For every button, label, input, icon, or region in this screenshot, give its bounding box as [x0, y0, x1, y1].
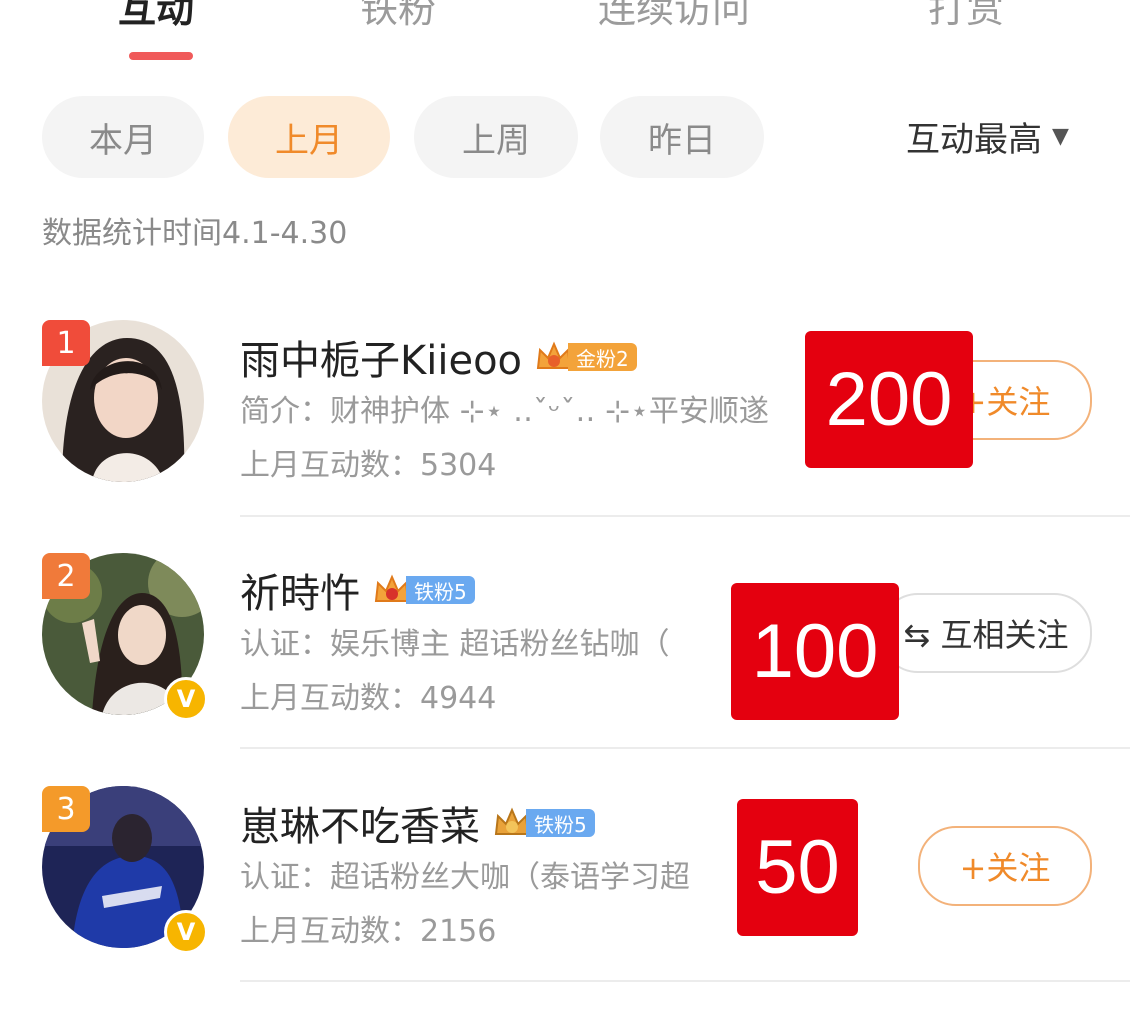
user-name[interactable]: 雨中栀子Kiieoo	[240, 328, 522, 386]
value-overlay: 200	[805, 331, 973, 468]
fan-badge-label: 铁粉5	[406, 576, 475, 604]
rank-badge: 2	[42, 553, 90, 599]
fan-badge-label: 金粉2	[568, 343, 637, 371]
interaction-count: 上月互动数：2156	[240, 914, 497, 949]
tab-iron-fans[interactable]: 铁粉	[360, 0, 436, 33]
value-overlay: 100	[731, 583, 899, 720]
caret-down-icon: ▼	[1052, 124, 1069, 149]
list-item[interactable]: 3 V 崽琳不吃香菜 铁粉5 认证：超话粉丝大咖（泰语学习超 上月互动数：215…	[0, 786, 1130, 1018]
tab-rewards[interactable]: 打赏	[928, 0, 1004, 33]
top-tab-bar: 互动 铁粉 连续访问 打赏	[0, 0, 1130, 38]
user-bio: 认证：娱乐博主 超话粉丝钻咖（	[240, 627, 670, 662]
sort-dropdown[interactable]: 互动最高 ▼	[906, 112, 1069, 161]
active-tab-indicator	[129, 52, 193, 60]
verified-icon: V	[164, 910, 208, 954]
fan-badge: 铁粉5	[372, 573, 475, 607]
sort-label: 互动最高	[906, 120, 1042, 160]
divider	[240, 980, 1130, 982]
user-name-row: 祈時忤 铁粉5	[240, 561, 475, 619]
user-bio: 简介：财神护体 ⊹⋆ ‥ˇᵕˇ‥ ⊹⋆平安顺遂	[240, 394, 769, 429]
tab-interaction[interactable]: 互动	[118, 0, 194, 33]
filter-this-month[interactable]: 本月	[42, 96, 204, 178]
fan-badge: 铁粉5	[492, 806, 595, 840]
user-name[interactable]: 崽琳不吃香菜	[240, 794, 480, 852]
tab-consecutive-visits[interactable]: 连续访问	[598, 0, 750, 33]
interaction-count: 上月互动数：4944	[240, 681, 497, 716]
rank-badge: 1	[42, 320, 90, 366]
filter-yesterday[interactable]: 昨日	[600, 96, 764, 178]
divider	[240, 747, 1130, 749]
interaction-count: 上月互动数：5304	[240, 448, 497, 483]
follow-button[interactable]: +关注	[918, 826, 1092, 906]
user-bio: 认证：超话粉丝大咖（泰语学习超	[240, 860, 690, 895]
filter-last-week[interactable]: 上周	[414, 96, 578, 178]
fan-badge-label: 铁粉5	[526, 809, 595, 837]
list-item[interactable]: 2 V 祈時忤 铁粉5 认证：娱乐博主 超话粉丝钻咖（ 上月互动数：4944 ⇆…	[0, 553, 1130, 785]
filter-last-month[interactable]: 上月	[228, 96, 390, 178]
rank-badge: 3	[42, 786, 90, 832]
value-overlay: 50	[737, 799, 858, 936]
divider	[240, 515, 1130, 517]
list-item[interactable]: 1 雨中栀子Kiieoo 金粉2 简介：财神护体 ⊹⋆ ‥ˇᵕˇ‥ ⊹⋆平安顺遂…	[0, 320, 1130, 552]
user-name-row: 雨中栀子Kiieoo 金粉2	[240, 328, 637, 386]
user-name-row: 崽琳不吃香菜 铁粉5	[240, 794, 595, 852]
mutual-follow-button[interactable]: ⇆ 互相关注	[880, 593, 1092, 673]
verified-icon: V	[164, 677, 208, 721]
stat-time-range: 数据统计时间4.1-4.30	[42, 216, 348, 251]
user-name[interactable]: 祈時忤	[240, 561, 360, 619]
fan-badge: 金粉2	[534, 340, 637, 374]
